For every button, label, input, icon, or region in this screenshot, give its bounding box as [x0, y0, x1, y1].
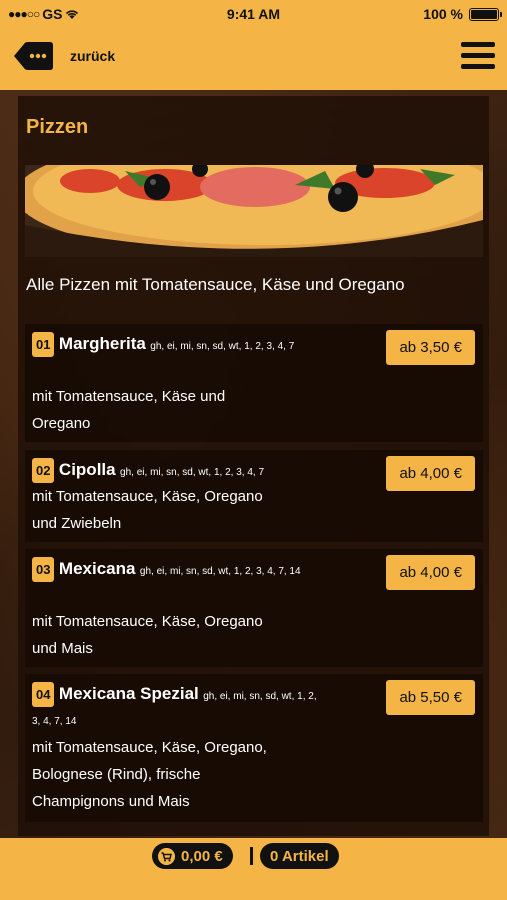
- menu-item-card[interactable]: 03 Mexicana gh, ei, mi, sn, sd, wt, 1, 2…: [25, 549, 483, 667]
- description-line: mit Tomatensauce, Käse, Oregano,: [32, 739, 267, 756]
- divider: [250, 847, 253, 865]
- description-line: und Mais: [32, 640, 93, 657]
- description-line: mit Tomatensauce, Käse, Oregano: [32, 613, 263, 630]
- battery-icon: [469, 7, 502, 21]
- menu-item-card[interactable]: 02 Cipolla gh, ei, mi, sn, sd, wt, 1, 2,…: [25, 450, 483, 542]
- cart-bar: [0, 838, 507, 900]
- item-description: mit Tomatensauce, Käse, Oregano und Zwie…: [32, 483, 322, 537]
- description-line: mit Tomatensauce, Käse, Oregano: [32, 488, 263, 505]
- description-line: Bolognese (Rind), frische: [32, 766, 201, 783]
- item-heading: 03 Mexicana gh, ei, mi, sn, sd, wt, 1, 2…: [32, 557, 322, 583]
- item-number: 01: [32, 332, 55, 358]
- price-button[interactable]: ab 4,00 €: [386, 456, 475, 491]
- section-intro: Alle Pizzen mit Tomatensauce, Käse und O…: [26, 275, 405, 294]
- description-line: mit Tomatensauce, Käse und: [32, 388, 226, 405]
- article-count-button[interactable]: 0 Artikel: [260, 843, 339, 869]
- top-bar: ●●●○○ GS 9:41 AM 100 % zurück: [0, 0, 507, 90]
- item-description: mit Tomatensauce, Käse und Oregano: [32, 383, 322, 437]
- item-heading: 04 Mexicana Spezial gh, ei, mi, sn, sd, …: [32, 682, 322, 733]
- item-allergens: gh, ei, mi, sn, sd, wt, 1, 2, 3, 4, 7: [120, 467, 265, 478]
- status-bar: ●●●○○ GS 9:41 AM 100 %: [0, 0, 507, 28]
- description-line: Oregano: [32, 415, 91, 432]
- price-button[interactable]: ab 4,00 €: [386, 555, 475, 590]
- item-number: 04: [32, 682, 55, 708]
- menu-item-card[interactable]: 04 Mexicana Spezial gh, ei, mi, sn, sd, …: [25, 674, 483, 822]
- cart-icon: [158, 847, 175, 865]
- item-heading: 01 Margherita gh, ei, mi, sn, sd, wt, 1,…: [32, 332, 322, 358]
- item-description: mit Tomatensauce, Käse, Oregano, Bologne…: [32, 734, 322, 815]
- item-description: mit Tomatensauce, Käse, Oregano und Mais: [32, 608, 322, 662]
- item-name: Mexicana Spezial: [58, 684, 199, 703]
- back-tag-icon[interactable]: [12, 40, 54, 72]
- back-link[interactable]: zurück: [70, 48, 115, 64]
- item-allergens: gh, ei, mi, sn, sd, wt, 1, 2, 3, 4, 7: [150, 341, 295, 352]
- item-name: Margherita: [58, 334, 146, 353]
- battery-percent: 100 %: [423, 6, 463, 22]
- item-number: 03: [32, 557, 55, 583]
- item-allergens: gh, ei, mi, sn, sd, wt, 1, 2, 3, 4, 7, 1…: [139, 566, 301, 577]
- price-button[interactable]: ab 3,50 €: [386, 330, 475, 365]
- item-name: Cipolla: [58, 460, 116, 479]
- pizza-hero-image: [25, 165, 483, 257]
- hamburger-menu-icon[interactable]: [461, 42, 495, 72]
- article-count: 0 Artikel: [270, 847, 329, 865]
- item-name: Mexicana: [58, 559, 136, 578]
- cart-total: 0,00 €: [181, 847, 223, 865]
- menu-item-card[interactable]: 01 Margherita gh, ei, mi, sn, sd, wt, 1,…: [25, 324, 483, 442]
- description-line: und Zwiebeln: [32, 515, 122, 532]
- section-title: Pizzen: [26, 116, 89, 138]
- item-heading: 02 Cipolla gh, ei, mi, sn, sd, wt, 1, 2,…: [32, 458, 322, 484]
- cart-total-button[interactable]: 0,00 €: [152, 843, 233, 869]
- price-button[interactable]: ab 5,50 €: [386, 680, 475, 715]
- battery-status: 100 %: [423, 6, 502, 22]
- description-line: Champignons und Mais: [32, 793, 190, 810]
- item-number: 02: [32, 458, 55, 484]
